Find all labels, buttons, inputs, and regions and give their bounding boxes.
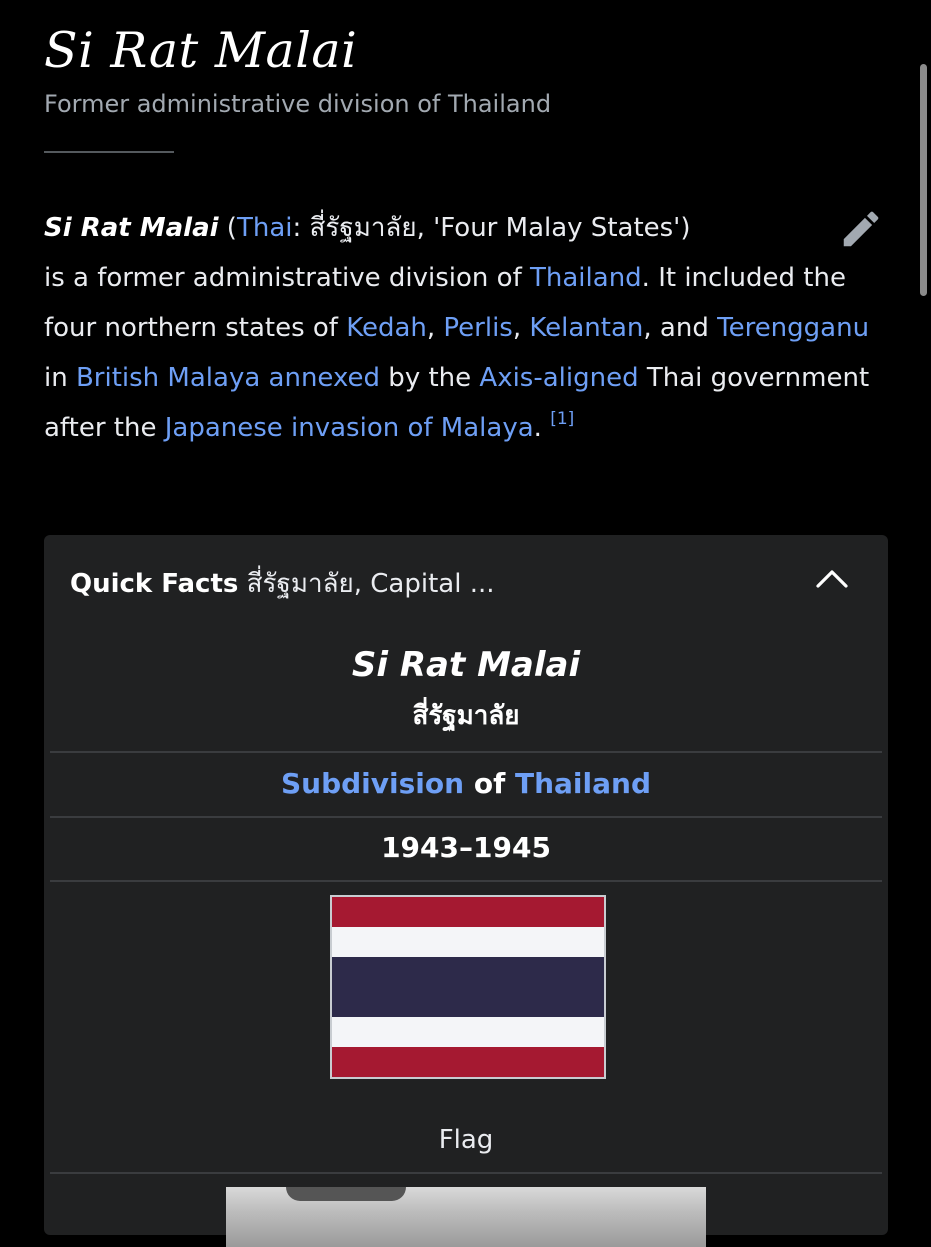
infobox-years: 1943–1945 [381,831,551,864]
link-kelantan[interactable]: Kelantan [529,313,643,343]
infobox-divider [50,880,882,882]
link-thailand-infobox[interactable]: Thailand [515,767,651,800]
lead-text: , [426,313,444,343]
scrollbar[interactable] [920,64,927,296]
page-description: Former administrative division of Thaila… [44,90,552,118]
flag-caption: Flag [438,1125,494,1155]
map-image[interactable] [226,1187,706,1247]
infobox-divider [50,1172,882,1174]
link-axis-aligned[interactable]: Axis-aligned [479,363,638,393]
link-thailand[interactable]: Thailand [530,263,642,293]
lead-text: is a former administrative division of [44,263,531,293]
quick-facts-label: Quick Facts [70,569,239,599]
link-kedah[interactable]: Kedah [346,313,427,343]
page-title: Si Rat Malai [44,22,358,79]
infobox-native-name: สี่รัฐมาลัย [412,701,520,731]
quick-facts-infobox: Quick Facts สี่รัฐมาลัย, Capital ... Si … [44,535,888,1247]
flag-stripe [332,1047,604,1077]
infobox-divider [50,751,882,753]
flag-stripe [332,957,604,1017]
lead-text: ( [218,213,237,243]
chevron-up-icon[interactable] [814,565,850,591]
link-subdivision[interactable]: Subdivision [281,767,464,800]
lead-text: by the [380,363,480,393]
flag-stripe [332,897,604,927]
infobox-name: Si Rat Malai [351,645,581,685]
infobox-of: of [464,767,515,800]
link-japanese-invasion[interactable]: Japanese invasion of Malaya [165,413,534,443]
link-perlis[interactable]: Perlis [443,313,512,343]
lead-text: , [512,313,530,343]
flag-stripe [332,1017,604,1047]
link-terengganu[interactable]: Terengganu [717,313,869,343]
flag-image[interactable] [330,895,606,1079]
infobox-subdivision: Subdivision of Thailand [44,767,888,800]
quick-facts-summary: สี่รัฐมาลัย, Capital ... [238,569,495,599]
link-british-malaya[interactable]: British Malaya annexed [76,363,380,393]
citation-link[interactable]: [1] [550,409,574,429]
lead-term: Si Rat Malai [44,213,219,243]
link-thai[interactable]: Thai [237,213,293,243]
infobox-divider [50,816,882,818]
title-divider [44,151,174,153]
lead-text: in [44,363,76,393]
lead-text: , and [643,313,718,343]
lead-text: : สี่รัฐมาลัย, 'Four Malay States') [292,213,691,243]
quick-facts-header[interactable]: Quick Facts สี่รัฐมาลัย, Capital ... [70,563,495,604]
lead-text: . [533,413,542,443]
lead-paragraph: Si Rat Malai (Thai: สี่รัฐมาลัย, 'Four M… [44,203,894,453]
flag-stripe [332,927,604,957]
